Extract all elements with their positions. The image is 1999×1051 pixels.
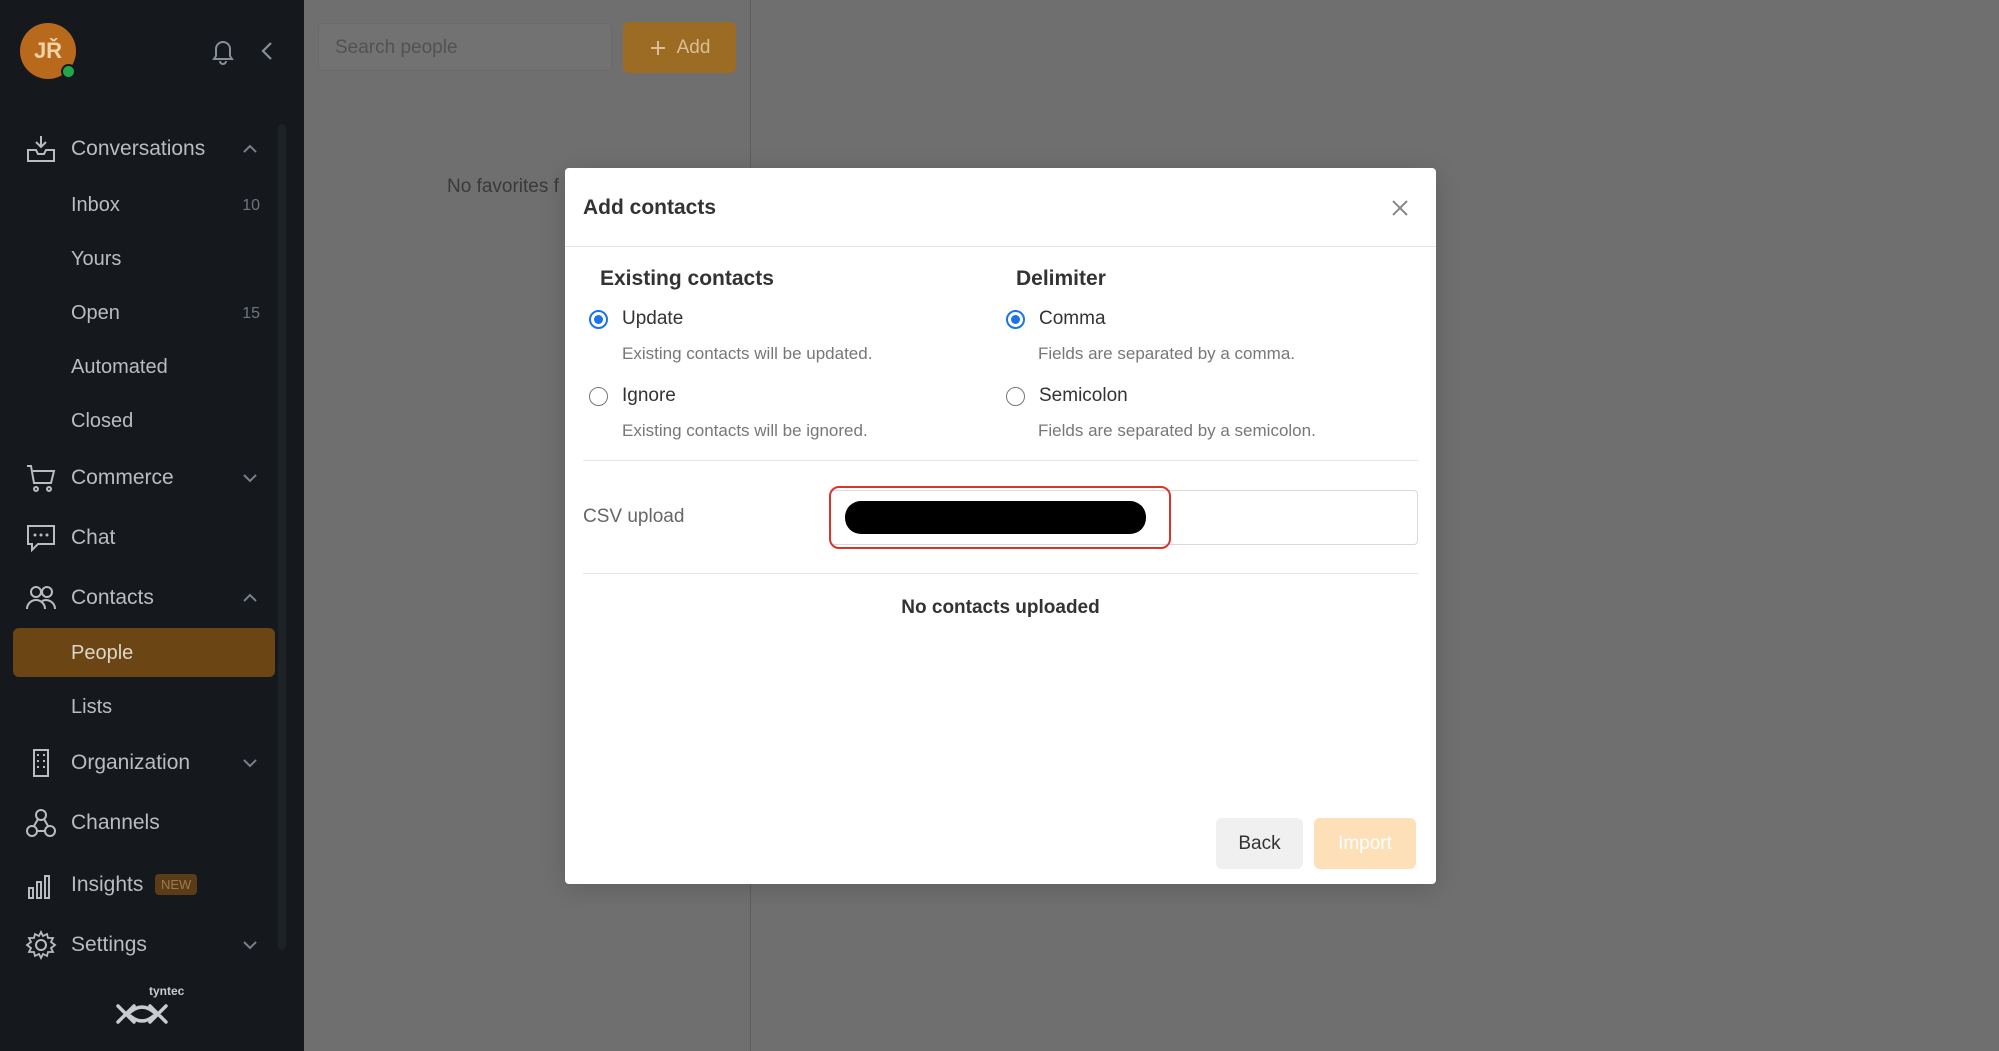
open-count: 15 (242, 305, 260, 322)
sidebar-item-open[interactable]: Open 15 (0, 288, 280, 338)
add-button-label: Add (676, 36, 711, 58)
csv-upload-label: CSV upload (583, 506, 685, 527)
nav-contacts[interactable]: Contacts (0, 571, 280, 625)
radio-comma-label: Comma (1039, 308, 1106, 329)
radio-semicolon-label: Semicolon (1039, 385, 1128, 406)
chevron-down-icon (243, 474, 257, 483)
modal-title: Add contacts (583, 196, 717, 219)
people-icon (24, 583, 58, 613)
close-icon[interactable] (1386, 194, 1414, 222)
inbox-tray-icon (24, 134, 58, 164)
inbox-count: 10 (242, 197, 260, 214)
chevron-up-icon (243, 144, 257, 153)
nav-organization[interactable]: Organization (0, 736, 280, 790)
nav-organization-label: Organization (71, 751, 191, 774)
bell-icon[interactable] (206, 34, 240, 68)
tyntec-logo: tyntec (114, 980, 184, 1036)
empty-state-text: No contacts uploaded (901, 597, 1100, 618)
nav-channels[interactable]: Channels (0, 796, 280, 850)
upload-divider (583, 573, 1418, 574)
sidebar-item-lists[interactable]: Lists (0, 682, 280, 732)
radio-update-description: Existing contacts will be updated. (622, 344, 873, 363)
online-status-dot (61, 64, 76, 79)
nav-chat[interactable]: Chat (0, 511, 280, 565)
chevron-up-icon (243, 593, 257, 602)
sidebar: JŘ Conversations Inbox 10 Yours Open 15 … (0, 0, 304, 1051)
nav-contacts-label: Contacts (71, 586, 154, 609)
radio-button-selected[interactable] (1006, 309, 1025, 329)
sidebar-item-people[interactable]: People (13, 628, 275, 677)
search-placeholder: Search people (335, 37, 458, 58)
nav-channels-label: Channels (71, 811, 160, 834)
sidebar-item-label: Automated (71, 356, 168, 378)
radio-ignore-label: Ignore (622, 385, 676, 406)
avatar-initials: JŘ (33, 38, 63, 63)
existing-contacts-heading: Existing contacts (600, 267, 774, 290)
radio-update-label: Update (622, 308, 684, 329)
modal-header-divider (565, 246, 1436, 247)
logo-mark-icon (116, 1004, 168, 1024)
chat-bubble-icon (24, 523, 58, 553)
cart-icon (24, 463, 58, 493)
sidebar-item-label: Yours (71, 248, 122, 270)
radio-ignore[interactable]: Ignore (589, 385, 676, 407)
nav-settings[interactable]: Settings (0, 918, 280, 972)
nav-settings-label: Settings (71, 933, 147, 956)
sidebar-item-yours[interactable]: Yours (0, 234, 280, 284)
delimiter-heading: Delimiter (1016, 267, 1106, 290)
sidebar-item-closed[interactable]: Closed (0, 396, 280, 446)
bar-chart-icon (24, 870, 58, 900)
radio-button[interactable] (589, 386, 608, 406)
new-badge: NEW (155, 874, 198, 895)
sidebar-item-label: Closed (71, 410, 134, 432)
back-button-label: Back (1238, 832, 1281, 854)
user-avatar[interactable]: JŘ (20, 23, 76, 79)
options-divider (583, 460, 1418, 461)
plus-icon (650, 40, 665, 55)
nav-chat-label: Chat (71, 526, 116, 549)
sidebar-item-automated[interactable]: Automated (0, 342, 280, 392)
chevron-down-icon (243, 759, 257, 768)
sidebar-item-inbox[interactable]: Inbox 10 (0, 180, 280, 230)
nav-insights-label: Insights (71, 873, 144, 896)
channels-nodes-icon (24, 808, 58, 838)
radio-semicolon-description: Fields are separated by a semicolon. (1038, 421, 1316, 440)
nav-conversations-label: Conversations (71, 137, 206, 160)
back-button[interactable]: Back (1216, 818, 1303, 869)
import-button-label: Import (1338, 832, 1392, 854)
radio-comma[interactable]: Comma (1006, 308, 1106, 330)
collapse-sidebar-icon[interactable] (250, 34, 284, 68)
gear-icon (24, 930, 58, 960)
empty-favorites-text: No favorites f (447, 176, 559, 197)
add-person-button[interactable]: Add (623, 22, 736, 73)
nav-insights[interactable]: Insights NEW (0, 858, 280, 912)
radio-button-selected[interactable] (589, 309, 608, 329)
nav-conversations[interactable]: Conversations (0, 122, 280, 176)
radio-button[interactable] (1006, 386, 1025, 406)
radio-semicolon[interactable]: Semicolon (1006, 385, 1128, 407)
sidebar-item-label: Inbox (71, 194, 120, 216)
add-contacts-modal: Add contacts Existing contacts Update Ex… (565, 168, 1436, 884)
search-people-input[interactable]: Search people (318, 23, 612, 71)
sidebar-item-label: Lists (71, 696, 113, 718)
radio-update[interactable]: Update (589, 308, 683, 330)
nav-commerce-label: Commerce (71, 466, 174, 489)
radio-comma-description: Fields are separated by a comma. (1038, 344, 1296, 363)
radio-ignore-description: Existing contacts will be ignored. (622, 421, 868, 440)
building-icon (24, 748, 58, 778)
import-button[interactable]: Import (1314, 818, 1416, 869)
sidebar-item-label: Open (71, 302, 120, 324)
highlight-annotation (829, 486, 1171, 549)
sidebar-item-label: People (71, 642, 134, 664)
chevron-down-icon (243, 941, 257, 950)
nav-commerce[interactable]: Commerce (0, 451, 280, 505)
